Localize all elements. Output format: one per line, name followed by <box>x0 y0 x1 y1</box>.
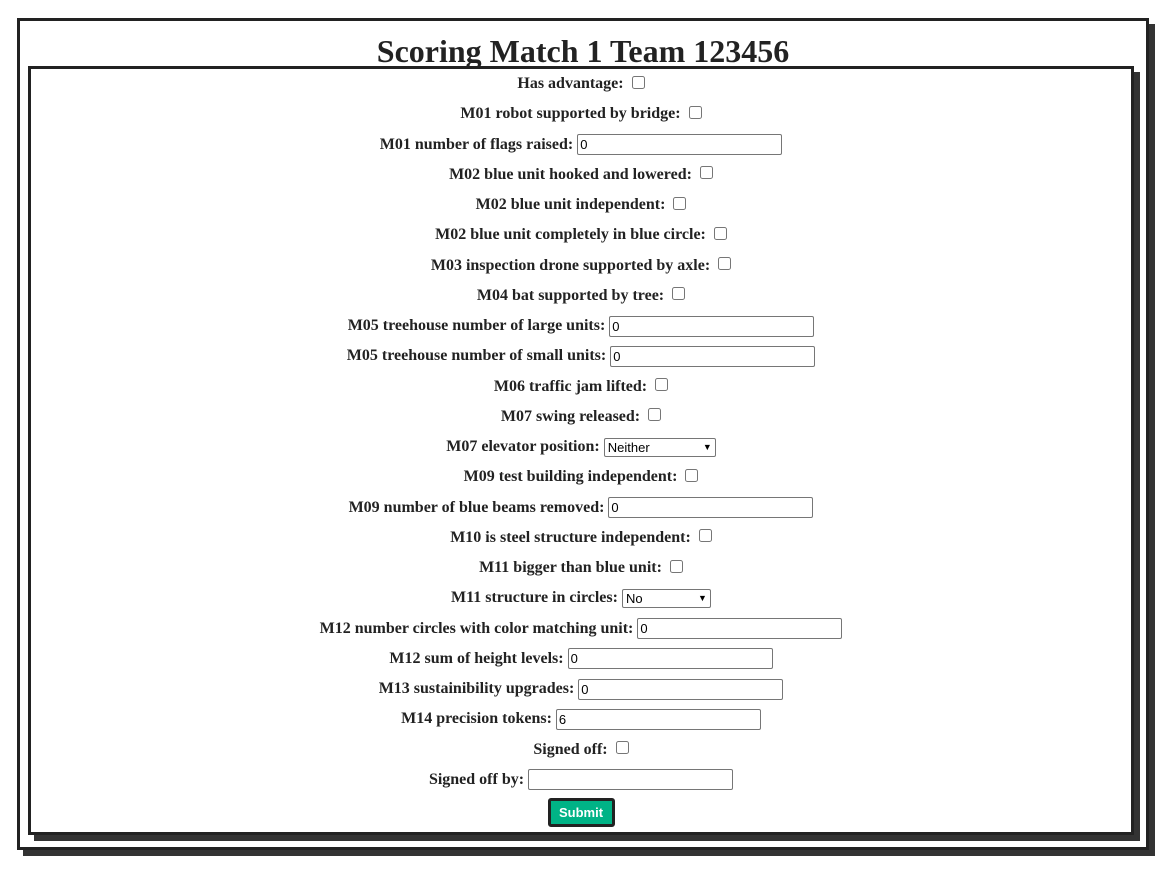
m05-treehouse-number-of-large-units-input[interactable] <box>609 315 815 337</box>
selected-option: No <box>625 590 643 606</box>
form-row-m01-robot-supported-by-bridge: M01 robot supported by bridge: <box>31 99 1131 129</box>
field-label: M12 number circles with color matching u… <box>319 619 634 637</box>
field-label: M10 is steel structure independent: <box>450 528 691 546</box>
field-label: M12 sum of height levels: <box>389 649 564 667</box>
field-label: M02 blue unit independent: <box>475 196 666 214</box>
form-row-m06-traffic-jam-lifted: M06 traffic jam lifted: <box>31 372 1131 402</box>
m02-blue-unit-independent-checkbox[interactable] <box>673 196 687 210</box>
form-row-m14-precision-tokens: M14 precision tokens: <box>31 704 1131 734</box>
form-row-m05-treehouse-number-of-small-units: M05 treehouse number of small units: <box>31 341 1131 371</box>
field-label: M14 precision tokens: <box>401 710 552 728</box>
selected-option: Neither <box>607 439 650 455</box>
chevron-down-icon: ▼ <box>698 592 707 603</box>
form-row-m12-number-circles-with-color-matching-unit: M12 number circles with color matching u… <box>31 614 1131 644</box>
form-row-m04-bat-supported-by-tree: M04 bat supported by tree: <box>31 281 1131 311</box>
m04-bat-supported-by-tree-checkbox[interactable] <box>672 287 686 301</box>
field-label: M11 structure in circles: <box>451 589 618 607</box>
form-row-m11-structure-in-circles: M11 structure in circles: No ▼ <box>31 583 1131 613</box>
m14-precision-tokens-input[interactable] <box>555 708 761 730</box>
m01-number-of-flags-raised-input[interactable] <box>577 134 783 156</box>
m01-robot-supported-by-bridge-checkbox[interactable] <box>688 105 702 119</box>
m10-is-steel-structure-independent-checkbox[interactable] <box>698 529 712 543</box>
scoring-panel: Scoring Match 1 Team 123456 Has advantag… <box>17 18 1149 850</box>
field-label: M07 swing released: <box>500 407 641 425</box>
form-row-m07-swing-released: M07 swing released: <box>31 402 1131 432</box>
submit-button[interactable]: Submit <box>547 798 615 827</box>
m03-inspection-drone-supported-by-axle-checkbox[interactable] <box>718 257 732 271</box>
form-row-has-advantage: Has advantage: <box>31 69 1131 99</box>
field-label: M02 blue unit completely in blue circle: <box>435 226 706 244</box>
page-title: Scoring Match 1 Team 123456 <box>376 33 790 69</box>
form-row-signed-off: Signed off: <box>31 735 1131 765</box>
field-label: M09 number of blue beams removed: <box>348 498 605 516</box>
field-label: M02 blue unit hooked and lowered: <box>449 165 692 183</box>
m12-sum-of-height-levels-input[interactable] <box>567 648 773 670</box>
signed-off-checkbox[interactable] <box>615 741 629 755</box>
m02-blue-unit-completely-in-blue-circle-checkbox[interactable] <box>713 226 727 240</box>
field-label: M11 bigger than blue unit: <box>479 559 662 577</box>
chevron-down-icon: ▼ <box>702 441 712 452</box>
field-label: Signed off by: <box>428 770 525 788</box>
form-row-m11-bigger-than-blue-unit: M11 bigger than blue unit: <box>31 553 1131 583</box>
m11-bigger-than-blue-unit-checkbox[interactable] <box>669 559 683 573</box>
form-row-signed-off-by: Signed off by: <box>31 765 1131 795</box>
submit-row: Submit <box>31 798 1131 827</box>
field-label: M03 inspection drone supported by axle: <box>430 256 711 274</box>
field-label: Has advantage: <box>517 75 624 93</box>
form-row-m09-test-building-independent: M09 test building independent: <box>31 462 1131 492</box>
m09-number-of-blue-beams-removed-input[interactable] <box>608 497 814 519</box>
m12-number-circles-with-color-matching-unit-input[interactable] <box>637 618 843 640</box>
form-row-m10-is-steel-structure-independent: M10 is steel structure independent: <box>31 523 1131 553</box>
scoring-form: Has advantage: M01 robot supported by bri… <box>28 66 1134 835</box>
m07-elevator-position-select[interactable]: Neither ▼ <box>603 437 716 457</box>
m02-blue-unit-hooked-and-lowered-checkbox[interactable] <box>699 166 713 180</box>
form-row-m02-blue-unit-completely-in-blue-circle: M02 blue unit completely in blue circle: <box>31 220 1131 250</box>
form-row-m03-inspection-drone-supported-by-axle: M03 inspection drone supported by axle: <box>31 251 1131 281</box>
form-row-m02-blue-unit-independent: M02 blue unit independent: <box>31 190 1131 220</box>
signed-off-by-input[interactable] <box>528 769 734 791</box>
m05-treehouse-number-of-small-units-input[interactable] <box>610 345 816 367</box>
m09-test-building-independent-checkbox[interactable] <box>685 468 699 482</box>
form-row-m12-sum-of-height-levels: M12 sum of height levels: <box>31 644 1131 674</box>
form-row-m07-elevator-position: M07 elevator position: Neither ▼ <box>31 432 1131 462</box>
form-row-m05-treehouse-number-of-large-units: M05 treehouse number of large units: <box>31 311 1131 341</box>
m13-sustainibility-upgrades-input[interactable] <box>578 678 784 700</box>
field-label: M05 treehouse number of large units: <box>347 317 606 335</box>
form-row-m01-number-of-flags-raised: M01 number of flags raised: <box>31 130 1131 160</box>
field-label: Signed off: <box>533 740 608 758</box>
m06-traffic-jam-lifted-checkbox[interactable] <box>655 378 669 392</box>
m11-structure-in-circles-select[interactable]: No ▼ <box>621 588 711 608</box>
field-label: M06 traffic jam lifted: <box>493 377 648 395</box>
m07-swing-released-checkbox[interactable] <box>648 408 662 422</box>
field-label: M09 test building independent: <box>463 468 678 486</box>
form-row-m02-blue-unit-hooked-and-lowered: M02 blue unit hooked and lowered: <box>31 160 1131 190</box>
field-label: M04 bat supported by tree: <box>476 286 665 304</box>
form-fields: Has advantage: M01 robot supported by bri… <box>31 69 1131 827</box>
field-label: M13 sustainibility upgrades: <box>378 680 575 698</box>
form-row-m13-sustainibility-upgrades: M13 sustainibility upgrades: <box>31 674 1131 704</box>
field-label: M01 number of flags raised: <box>379 135 574 153</box>
field-label: M01 robot supported by bridge: <box>460 105 681 123</box>
field-label: M05 treehouse number of small units: <box>346 347 607 365</box>
field-label: M07 elevator position: <box>446 438 600 456</box>
has-advantage-checkbox[interactable] <box>631 75 645 89</box>
form-row-m09-number-of-blue-beams-removed: M09 number of blue beams removed: <box>31 493 1131 523</box>
